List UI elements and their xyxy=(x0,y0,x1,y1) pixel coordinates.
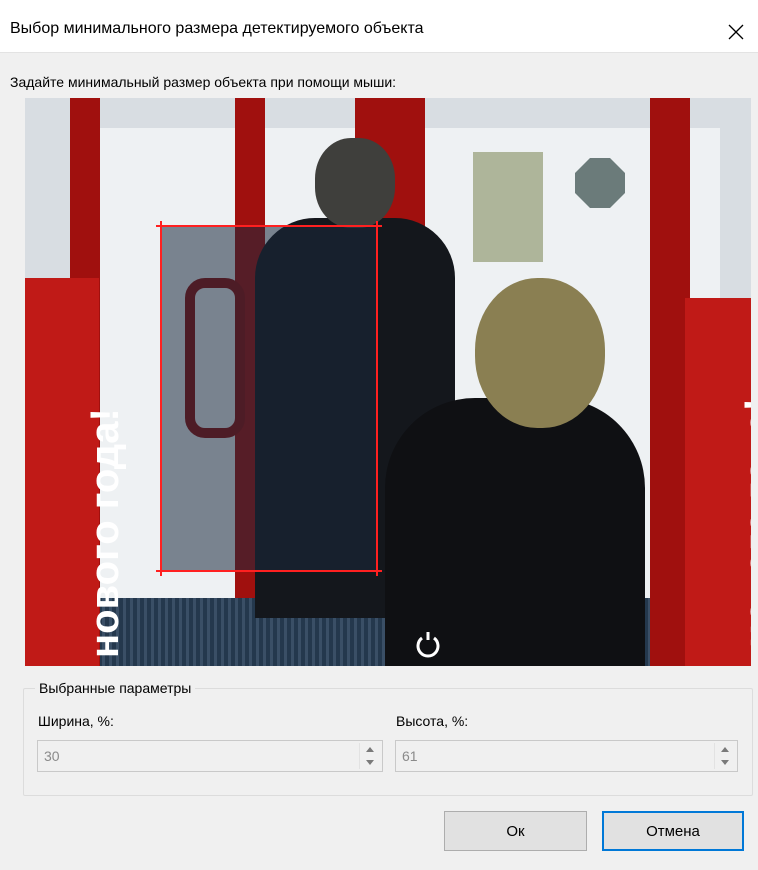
person-2 xyxy=(385,398,645,666)
person-1-head xyxy=(315,138,395,228)
height-input[interactable] xyxy=(396,741,711,771)
height-decrement-button[interactable] xyxy=(715,756,735,769)
selection-right-edge[interactable] xyxy=(376,221,378,576)
arrow-down-icon xyxy=(721,760,729,765)
close-icon xyxy=(728,24,744,40)
octagon-sign xyxy=(575,158,625,208)
door-sign xyxy=(473,152,543,262)
close-button[interactable] xyxy=(714,12,758,52)
cancel-button[interactable]: Отмена xyxy=(602,811,744,851)
door-frame-right xyxy=(650,98,690,666)
selected-params-label: Выбранные параметры xyxy=(35,680,196,696)
ok-button[interactable]: Ок xyxy=(444,811,587,851)
arrow-up-icon xyxy=(366,747,374,752)
height-spinbox[interactable] xyxy=(395,740,738,772)
width-spin-buttons[interactable] xyxy=(359,743,380,769)
video-frame[interactable]: нового года! нового года! xyxy=(25,98,751,666)
title-bar: Выбор минимального размера детектируемог… xyxy=(0,0,758,53)
width-spinbox[interactable] xyxy=(37,740,383,772)
banner-right: нового года! xyxy=(685,298,751,666)
banner-left: нового года! xyxy=(25,278,127,666)
width-label: Ширина, %: xyxy=(38,713,114,729)
height-increment-button[interactable] xyxy=(715,743,735,756)
height-spin-buttons[interactable] xyxy=(714,743,735,769)
window-title: Выбор минимального размера детектируемог… xyxy=(10,20,424,37)
selection-left-edge[interactable] xyxy=(160,221,162,576)
arrow-down-icon xyxy=(366,760,374,765)
selection-top-edge[interactable] xyxy=(156,225,382,227)
width-input[interactable] xyxy=(38,741,356,771)
height-label: Высота, %: xyxy=(396,713,469,729)
rotate-cursor-icon xyxy=(416,632,440,658)
person-2-head xyxy=(475,278,605,428)
width-increment-button[interactable] xyxy=(360,743,380,756)
size-selection-box[interactable] xyxy=(156,221,382,576)
instruction-label: Задайте минимальный размер объекта при п… xyxy=(10,74,397,90)
width-decrement-button[interactable] xyxy=(360,756,380,769)
banner-left-text: нового года! xyxy=(83,408,127,658)
arrow-up-icon xyxy=(721,747,729,752)
banner-right-text: нового года! xyxy=(737,398,751,648)
selection-bottom-edge[interactable] xyxy=(156,570,382,572)
